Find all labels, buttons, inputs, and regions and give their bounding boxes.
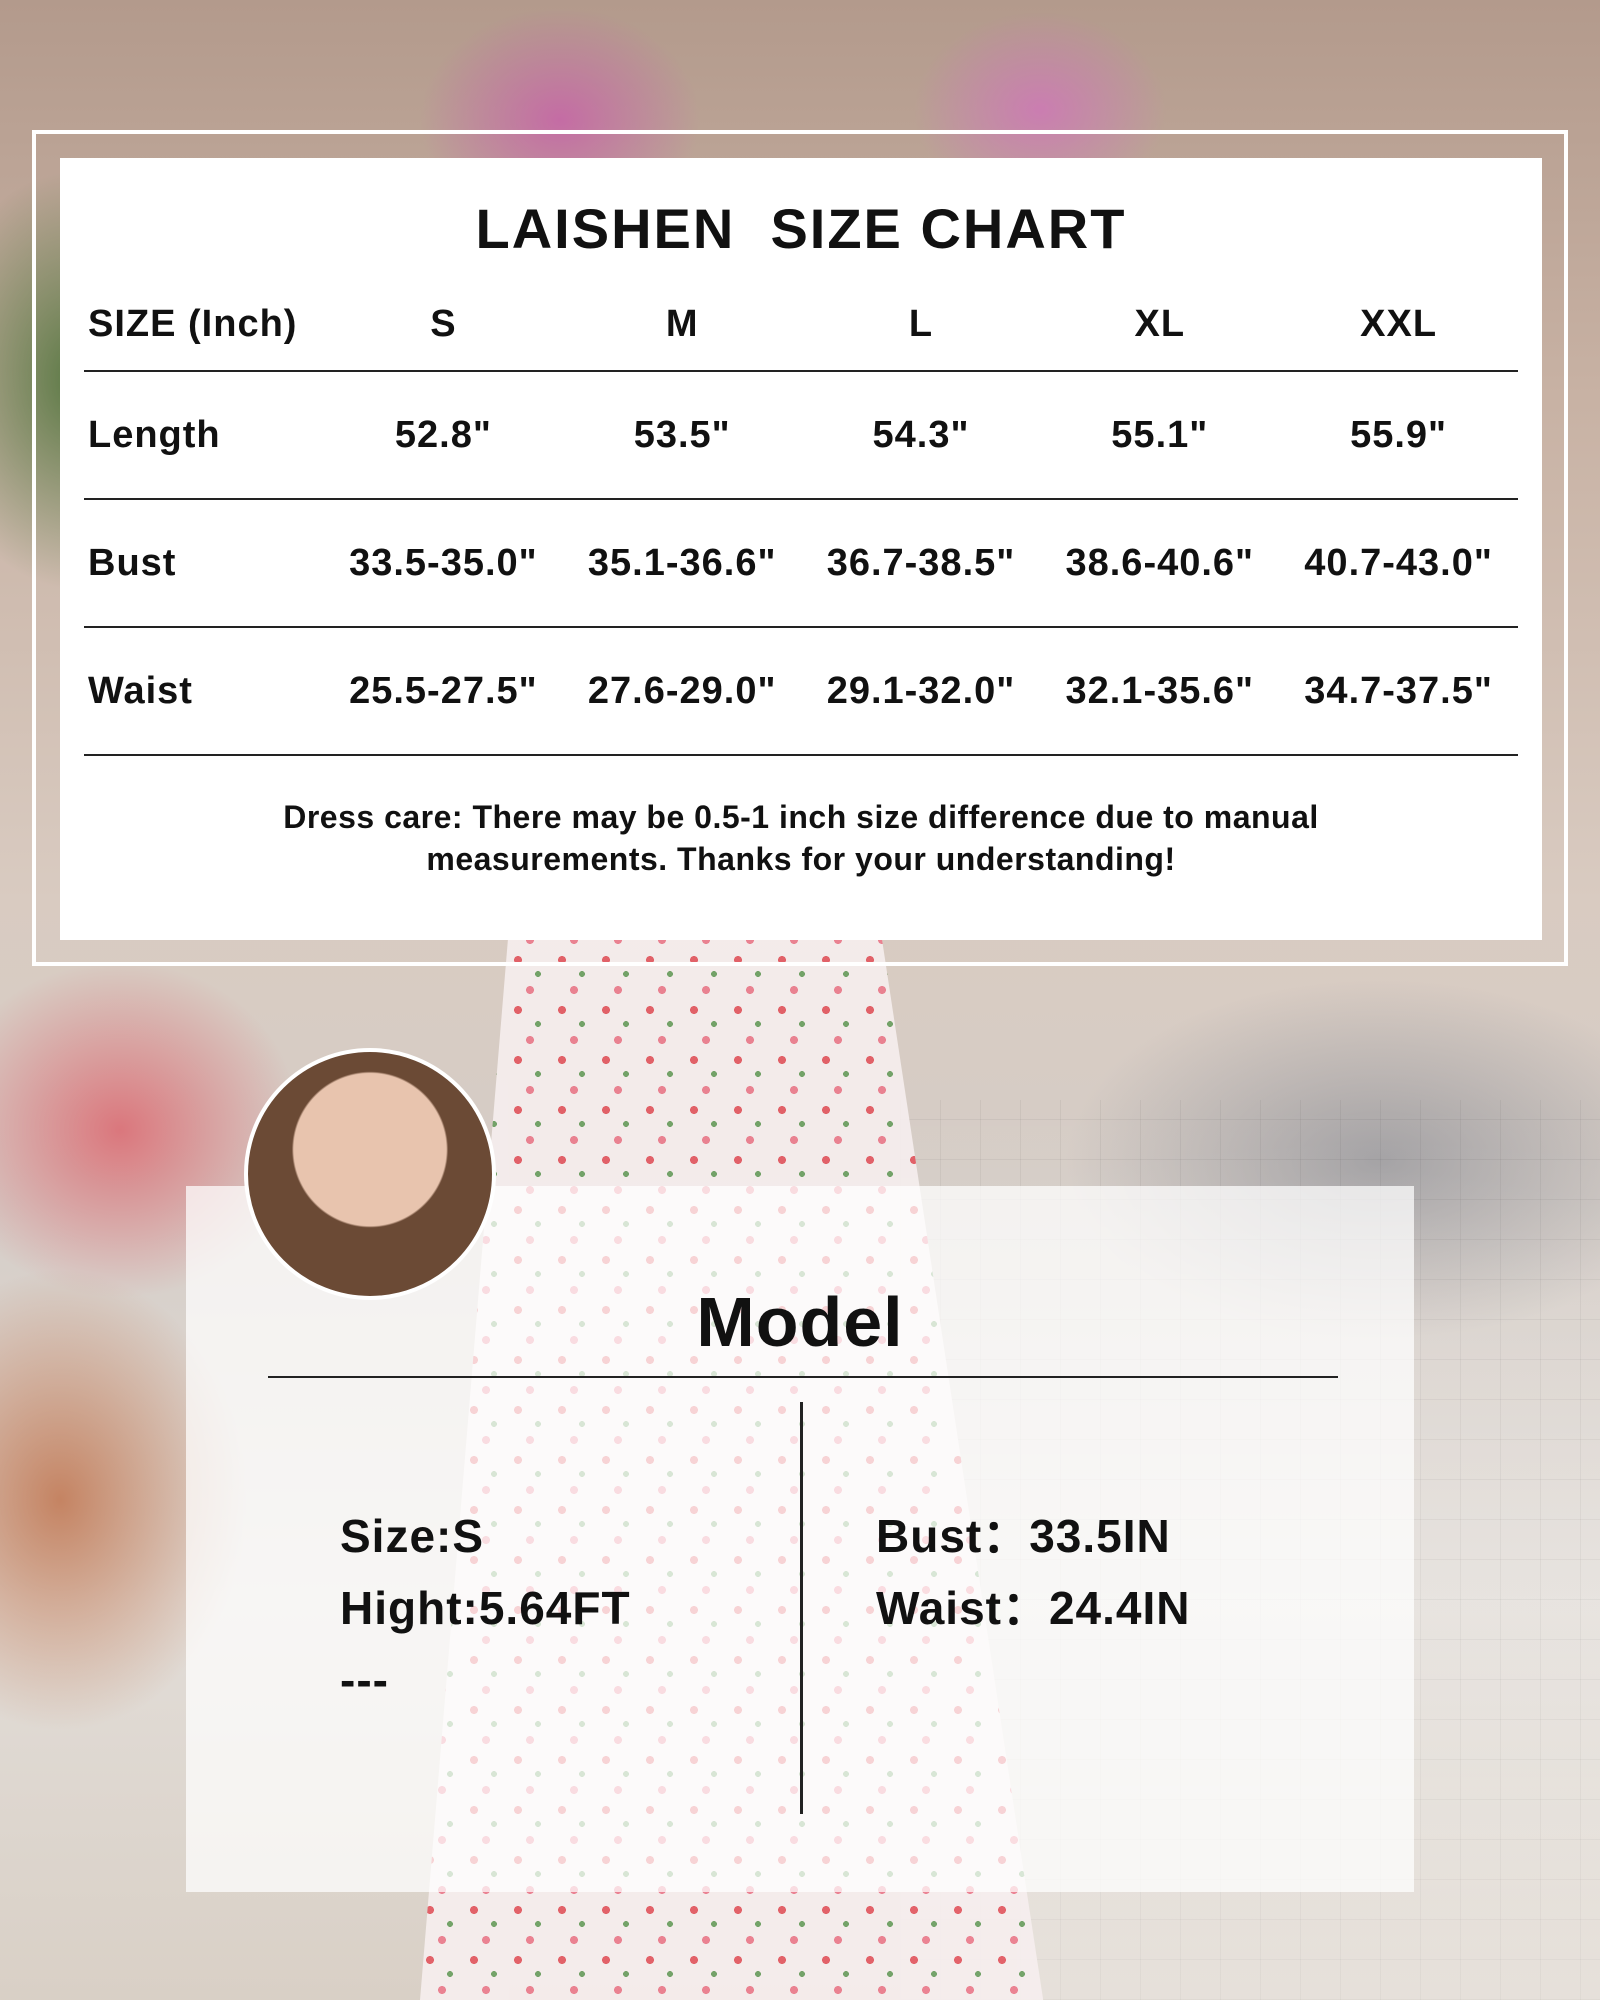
table-row: Length 52.8" 53.5" 54.3" 55.1" 55.9" (84, 371, 1518, 500)
model-avatar (244, 1048, 496, 1300)
size-table-header-size: SIZE (Inch) (84, 278, 324, 372)
size-table-header-xxl: XXL (1279, 278, 1518, 372)
row-label-length: Length (84, 371, 324, 500)
size-table-header-m: M (562, 278, 802, 372)
size-table-header-xl: XL (1040, 278, 1280, 372)
table-cell: 54.3" (801, 371, 1041, 500)
size-chart-card: LAISHEN SIZE CHART SIZE (Inch) S M L XL … (60, 158, 1542, 940)
model-stats-left: Size:S Hight:5.64FT --- (340, 1500, 631, 1716)
table-cell: 55.9" (1279, 371, 1518, 500)
table-cell: 35.1-36.6" (562, 499, 802, 628)
model-waist: Waist：24.4IN (876, 1582, 1191, 1634)
size-table: SIZE (Inch) S M L XL XXL Length 52.8" 53… (84, 278, 1518, 756)
table-row: Waist 25.5-27.5" 27.6-29.0" 29.1-32.0" 3… (84, 627, 1518, 756)
table-cell: 25.5-27.5" (324, 627, 563, 756)
table-cell: 27.6-29.0" (562, 627, 802, 756)
size-chart-note-line-1: Dress care: There may be 0.5-1 inch size… (283, 799, 1319, 835)
table-cell: 33.5-35.0" (324, 499, 563, 628)
table-cell: 52.8" (324, 371, 563, 500)
table-cell: 55.1" (1040, 371, 1280, 500)
table-cell: 32.1-35.6" (1040, 627, 1280, 756)
model-height: Hight:5.64FT (340, 1582, 631, 1634)
table-row: Bust 33.5-35.0" 35.1-36.6" 36.7-38.5" 38… (84, 499, 1518, 628)
size-chart-note: Dress care: There may be 0.5-1 inch size… (60, 796, 1542, 880)
table-cell: 36.7-38.5" (801, 499, 1041, 628)
table-cell: 38.6-40.6" (1040, 499, 1280, 628)
model-divider-horizontal (268, 1376, 1338, 1378)
model-size: Size:S (340, 1510, 485, 1562)
table-cell: 29.1-32.0" (801, 627, 1041, 756)
size-table-header-l: L (801, 278, 1041, 372)
size-chart-title: LAISHEN SIZE CHART (475, 197, 1127, 260)
size-table-header-row: SIZE (Inch) S M L XL XXL (84, 278, 1518, 372)
model-divider-vertical (800, 1402, 803, 1814)
model-extra: --- (340, 1654, 389, 1706)
table-cell: 34.7-37.5" (1279, 627, 1518, 756)
model-stats-right: Bust：33.5IN Waist：24.4IN (876, 1500, 1191, 1644)
size-table-header-s: S (324, 278, 563, 372)
size-chart-note-line-2: measurements. Thanks for your understand… (426, 841, 1176, 877)
row-label-bust: Bust (84, 499, 324, 628)
model-bust: Bust：33.5IN (876, 1510, 1171, 1562)
table-cell: 40.7-43.0" (1279, 499, 1518, 628)
row-label-waist: Waist (84, 627, 324, 756)
table-cell: 53.5" (562, 371, 802, 500)
